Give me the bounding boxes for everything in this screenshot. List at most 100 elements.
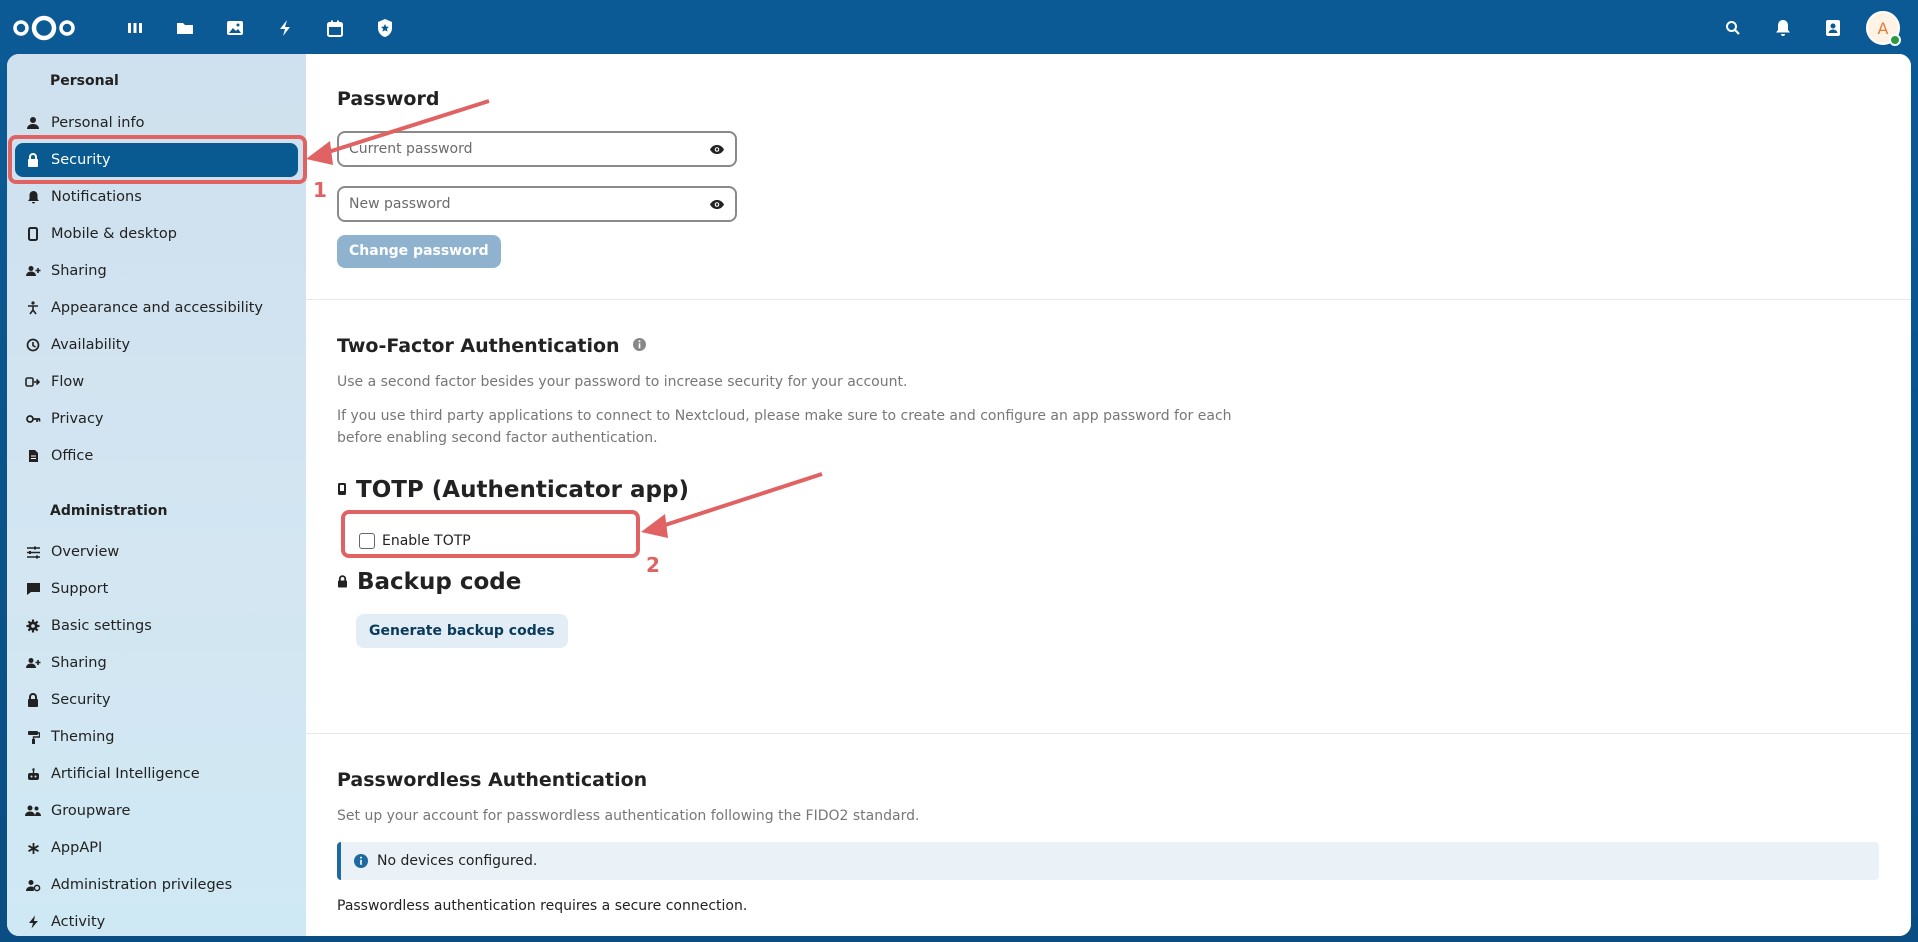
sidebar-item-groupware[interactable]: Groupware	[15, 794, 298, 828]
bell-icon	[15, 190, 51, 204]
two-factor-warning-line1: If you use third party applications to c…	[337, 408, 1232, 424]
enable-totp-checkbox[interactable]	[359, 533, 375, 549]
current-password-field[interactable]	[337, 131, 737, 167]
sidebar-item-security[interactable]: Security	[15, 143, 298, 177]
calendar-icon[interactable]	[310, 12, 360, 44]
sidebar-item-appapi[interactable]: AppAPI	[15, 831, 298, 865]
generate-backup-codes-button[interactable]: Generate backup codes	[356, 614, 568, 648]
sidebar-item-admin-security[interactable]: Security	[15, 683, 298, 717]
sidebar-item-notifications[interactable]: Notifications	[15, 180, 298, 214]
nextcloud-logo[interactable]	[12, 13, 76, 43]
sidebar-item-label: Artificial Intelligence	[51, 766, 200, 782]
sidebar-item-label: Flow	[51, 374, 85, 390]
avatar-letter: A	[1877, 18, 1889, 38]
sidebar-item-label: Office	[51, 448, 94, 464]
top-header: A	[0, 0, 1918, 56]
new-password-field[interactable]	[337, 186, 737, 222]
sidebar-item-mobile-desktop[interactable]: Mobile & desktop	[15, 217, 298, 251]
search-icon[interactable]	[1708, 10, 1758, 46]
accessibility-icon	[15, 301, 51, 315]
security-shield-icon[interactable]	[360, 12, 410, 44]
sidebar-item-label: Notifications	[51, 189, 142, 205]
sidebar-item-basic-settings[interactable]: Basic settings	[15, 609, 298, 643]
activity-icon	[15, 915, 51, 929]
sidebar-item-label: Activity	[51, 914, 106, 930]
sidebar-item-label: Administration privileges	[51, 877, 233, 893]
phone-icon	[337, 481, 347, 500]
sidebar-item-admin-sharing[interactable]: Sharing	[15, 646, 298, 680]
sliders-icon	[15, 546, 51, 559]
change-password-button[interactable]: Change password	[337, 235, 501, 268]
sidebar-item-admin-privileges[interactable]: Administration privileges	[15, 868, 298, 902]
sidebar-item-activity[interactable]: Activity	[15, 905, 298, 936]
two-factor-description: Use a second factor besides your passwor…	[337, 374, 908, 390]
clock-icon	[15, 338, 51, 352]
key-icon	[15, 414, 51, 424]
annotation-number-2: 2	[646, 553, 660, 577]
sidebar-item-label: Security	[51, 692, 111, 708]
sidebar-item-label: Availability	[51, 337, 131, 353]
user-icon	[15, 116, 51, 130]
passwordless-requirement: Passwordless authentication requires a s…	[337, 898, 748, 914]
section-title-passwordless: Passwordless Authentication	[337, 769, 648, 791]
settings-sidebar: Personal Personal info Security Notifica…	[7, 54, 306, 936]
enable-totp-checkbox-row[interactable]: Enable TOTP	[359, 533, 471, 549]
sidebar-item-overview[interactable]: Overview	[15, 535, 298, 569]
totp-title: TOTP (Authenticator app)	[356, 477, 689, 503]
two-factor-warning-line2: before enabling second factor authentica…	[337, 430, 658, 446]
totp-header: TOTP (Authenticator app)	[337, 477, 689, 503]
sidebar-item-label: Security	[51, 152, 111, 168]
files-icon[interactable]	[160, 12, 210, 44]
sidebar-item-label: Personal info	[51, 115, 145, 131]
section-title-two-factor: Two-Factor Authentication	[337, 335, 620, 357]
enable-totp-label: Enable TOTP	[382, 533, 471, 549]
sidebar-item-ai[interactable]: Artificial Intelligence	[15, 757, 298, 791]
backup-code-header: Backup code	[337, 569, 521, 595]
no-devices-text: No devices configured.	[377, 853, 538, 869]
sidebar-item-personal-info[interactable]: Personal info	[15, 106, 298, 140]
sidebar-heading-administration: Administration	[50, 503, 168, 519]
current-password-input[interactable]	[349, 141, 709, 157]
sidebar-item-label: Support	[51, 581, 109, 597]
new-password-input[interactable]	[349, 196, 709, 212]
two-factor-section: Two-Factor Authentication Use a second f…	[306, 300, 1911, 734]
sidebar-item-label: Privacy	[51, 411, 104, 427]
sidebar-heading-personal: Personal	[50, 73, 119, 89]
sidebar-item-sharing[interactable]: Sharing	[15, 254, 298, 288]
sidebar-item-label: Sharing	[51, 263, 107, 279]
annotation-number-1: 1	[313, 178, 327, 202]
sidebar-item-appearance[interactable]: Appearance and accessibility	[15, 291, 298, 325]
sidebar-item-availability[interactable]: Availability	[15, 328, 298, 362]
phone-icon	[15, 227, 51, 241]
lock-icon	[337, 573, 348, 592]
activity-icon[interactable]	[260, 12, 310, 44]
sidebar-item-label: Overview	[51, 544, 120, 560]
dashboard-icon[interactable]	[110, 12, 160, 44]
lock-icon	[15, 153, 51, 167]
sidebar-item-label: Theming	[51, 729, 115, 745]
sidebar-item-label: Sharing	[51, 655, 107, 671]
bell-icon[interactable]	[1758, 10, 1808, 46]
sidebar-item-office[interactable]: Office	[15, 439, 298, 473]
online-status-icon	[1889, 34, 1901, 46]
sidebar-item-theming[interactable]: Theming	[15, 720, 298, 754]
flow-icon	[15, 376, 51, 388]
passwordless-description: Set up your account for passwordless aut…	[337, 808, 920, 824]
contacts-icon[interactable]	[1808, 10, 1858, 46]
info-icon[interactable]	[632, 337, 647, 356]
eye-icon[interactable]	[709, 195, 725, 214]
settings-content: Password Change password Two-Factor Auth…	[306, 54, 1911, 936]
photos-icon[interactable]	[210, 12, 260, 44]
eye-icon[interactable]	[709, 140, 725, 159]
sidebar-item-flow[interactable]: Flow	[15, 365, 298, 399]
backup-code-title: Backup code	[357, 569, 522, 595]
admin-user-icon	[15, 879, 51, 892]
sidebar-item-label: Appearance and accessibility	[51, 300, 264, 316]
no-devices-notice: No devices configured.	[337, 842, 1879, 880]
sidebar-item-support[interactable]: Support	[15, 572, 298, 606]
avatar[interactable]: A	[1866, 11, 1901, 46]
sidebar-item-privacy[interactable]: Privacy	[15, 402, 298, 436]
sidebar-item-label: AppAPI	[51, 840, 103, 856]
section-title-password: Password	[337, 88, 440, 110]
asterisk-icon	[15, 842, 51, 855]
